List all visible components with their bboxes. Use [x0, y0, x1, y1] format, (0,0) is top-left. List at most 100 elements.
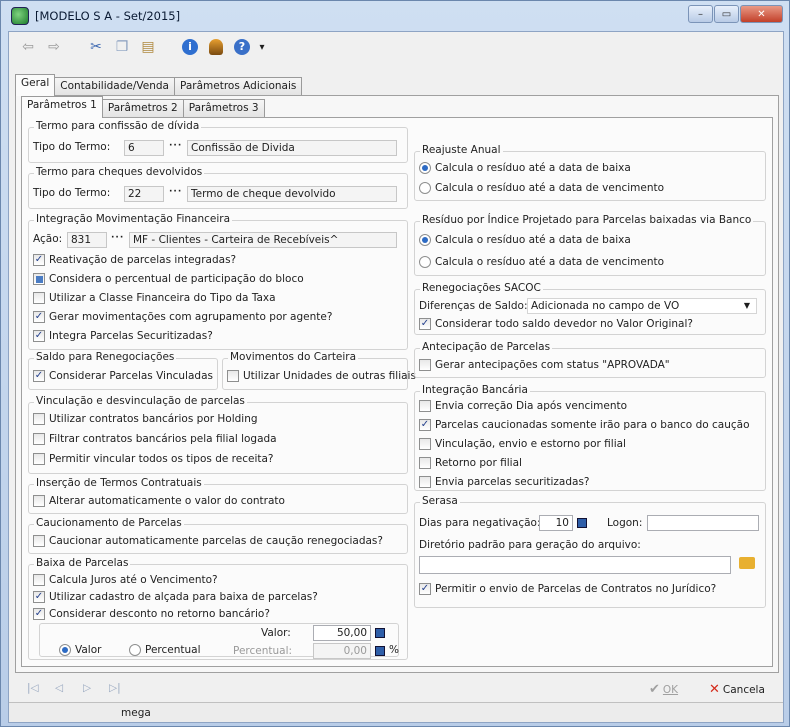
window-title: [MODELO S A - Set/2015]: [35, 9, 181, 23]
integracao-code-field[interactable]: 831: [67, 232, 107, 248]
contratos-holding-checkbox[interactable]: Utilizar contratos bancários por Holding: [33, 413, 258, 425]
reativacao-checkbox[interactable]: Reativação de parcelas integradas?: [33, 254, 236, 266]
sacoc-title: Renegociações SACOC: [420, 282, 543, 294]
title-bar: [MODELO S A - Set/2015] – ▭ ✕: [1, 1, 789, 31]
tab-parametros-2[interactable]: Parâmetros 2: [101, 99, 184, 118]
tab-parametros-3[interactable]: Parâmetros 3: [182, 99, 265, 118]
diretorio-field[interactable]: [419, 556, 731, 574]
users-icon[interactable]: [205, 36, 227, 58]
cheques-title: Termo para cheques devolvidos: [34, 166, 205, 178]
tab-parametros-adicionais[interactable]: Parâmetros Adicionais: [174, 77, 303, 96]
reajuste-title: Reajuste Anual: [420, 144, 503, 156]
parcelas-caucionadas-checkbox[interactable]: Parcelas caucionadas somente irão para o…: [419, 419, 750, 431]
classe-financeira-checkbox[interactable]: Utilizar a Classe Financeira do Tipo da …: [33, 292, 276, 304]
antecipacao-checkbox[interactable]: Gerar antecipações com status "APROVADA": [419, 359, 670, 371]
ok-label: OK: [662, 683, 679, 696]
first-record-icon[interactable]: |◁: [27, 682, 39, 694]
saldo-devedor-checkbox[interactable]: Considerar todo saldo devedor no Valor O…: [419, 318, 693, 330]
diretorio-label: Diretório padrão para geração do arquivo…: [419, 539, 641, 551]
vinculacao-filial-label: Vinculação, envio e estorno por filial: [435, 438, 626, 450]
tab-contabilidade-venda[interactable]: Contabilidade/Venda: [54, 77, 175, 96]
application-window: [MODELO S A - Set/2015] – ▭ ✕ ⇦ ⇨ ✂ ❐ ▤ …: [0, 0, 790, 727]
correcao-dia-checkbox[interactable]: Envia correção Dia após vencimento: [419, 400, 627, 412]
retorno-filial-checkbox[interactable]: Retorno por filial: [419, 457, 522, 469]
folder-icon[interactable]: [739, 557, 755, 569]
next-record-icon[interactable]: ▷: [83, 682, 91, 694]
help-dropdown-icon[interactable]: ▾: [257, 36, 267, 58]
parcelas-securitizadas-checkbox[interactable]: Integra Parcelas Securitizadas?: [33, 330, 213, 342]
juros-vencimento-checkbox[interactable]: Calcula Juros até o Vencimento?: [33, 574, 218, 586]
previous-record-icon[interactable]: ◁: [55, 682, 63, 694]
paste-icon[interactable]: ▤: [137, 36, 159, 58]
vincular-receita-checkbox[interactable]: Permitir vincular todos os tipos de rece…: [33, 453, 274, 465]
tab-geral[interactable]: Geral: [15, 74, 56, 96]
agrupamento-agente-checkbox[interactable]: Gerar movimentações com agrupamento por …: [33, 311, 332, 323]
residuo-vencimento-label: Calcula o resíduo até a data de vencimen…: [435, 256, 665, 268]
radio-percentual[interactable]: Percentual: [129, 644, 201, 656]
confissao-lookup-button[interactable]: ···: [169, 141, 182, 151]
info-icon[interactable]: i: [179, 36, 201, 58]
sub-tab-strip: Parâmetros 1 Parâmetros 2 Parâmetros 3: [21, 96, 265, 118]
vinculacao-title: Vinculação e desvinculação de parcelas: [34, 395, 247, 407]
status-text: mega: [121, 707, 151, 719]
toolbar: ⇦ ⇨ ✂ ❐ ▤ i ? ▾: [9, 32, 783, 62]
vinculacao-group: Vinculação e desvinculação de parcelas U…: [28, 395, 408, 474]
valor-field[interactable]: 50,00: [313, 625, 371, 641]
cancel-x-icon: ✕: [709, 682, 720, 697]
close-button[interactable]: ✕: [740, 5, 783, 23]
unidades-filiais-label: Utilizar Unidades de outras filiais: [243, 370, 416, 382]
vinculacao-filial-checkbox[interactable]: Vinculação, envio e estorno por filial: [419, 438, 626, 450]
reajuste-baixa-radio[interactable]: Calcula o resíduo até a data de baixa: [419, 162, 631, 174]
cancel-button[interactable]: ✕ Cancela: [709, 682, 765, 697]
tab-parametros-1[interactable]: Parâmetros 1: [21, 96, 103, 118]
ok-check-icon: ✔: [649, 682, 660, 697]
maximize-button[interactable]: ▭: [714, 5, 739, 23]
cheques-lookup-button[interactable]: ···: [169, 187, 182, 197]
unidades-filiais-checkbox[interactable]: Utilizar Unidades de outras filiais: [227, 370, 416, 382]
alterar-valor-checkbox[interactable]: Alterar automaticamente o valor do contr…: [33, 495, 285, 507]
reajuste-vencimento-label: Calcula o resíduo até a data de vencimen…: [435, 182, 665, 194]
envia-securitizadas-checkbox[interactable]: Envia parcelas securitizadas?: [419, 476, 590, 488]
forward-icon[interactable]: ⇨: [43, 36, 65, 58]
help-icon[interactable]: ?: [231, 36, 253, 58]
percentual-field[interactable]: 0,00: [313, 643, 371, 659]
residuo-baixa-radio[interactable]: Calcula o resíduo até a data de baixa: [419, 234, 631, 246]
alcada-checkbox[interactable]: Utilizar cadastro de alçada para baixa d…: [33, 591, 318, 603]
minimize-button[interactable]: –: [688, 5, 713, 23]
cut-icon[interactable]: ✂: [85, 36, 107, 58]
parcelas-vinculadas-checkbox[interactable]: Considerar Parcelas Vinculadas: [33, 370, 213, 382]
caucionar-checkbox[interactable]: Caucionar automaticamente parcelas de ca…: [33, 535, 383, 547]
correcao-dia-label: Envia correção Dia após vencimento: [435, 400, 628, 412]
percentual-label: Percentual:: [233, 645, 293, 657]
diferencas-select[interactable]: Adicionada no campo de VO ▼: [527, 298, 757, 314]
integracao-lookup-button[interactable]: ···: [111, 233, 124, 243]
saldo-title: Saldo para Renegociações: [34, 351, 177, 363]
confissao-code-field[interactable]: 6: [124, 140, 164, 156]
desconto-retorno-checkbox[interactable]: Considerar desconto no retorno bancário?: [33, 608, 270, 620]
dias-field[interactable]: 10: [539, 515, 573, 531]
copy-icon[interactable]: ❐: [111, 36, 133, 58]
juridico-label: Permitir o envio de Parcelas de Contrato…: [435, 583, 717, 595]
last-record-icon[interactable]: ▷|: [109, 682, 121, 694]
valor-calculator-icon[interactable]: [375, 627, 385, 639]
baixa-group: Baixa de Parcelas Calcula Juros até o Ve…: [28, 557, 408, 660]
cancel-label: Cancela: [722, 683, 765, 696]
juridico-checkbox[interactable]: Permitir o envio de Parcelas de Contrato…: [419, 583, 716, 595]
logon-field[interactable]: [647, 515, 759, 531]
integracao-label: Ação:: [33, 233, 63, 245]
filtrar-filial-checkbox[interactable]: Filtrar contratos bancários pela filial …: [33, 433, 277, 445]
insercao-title: Inserção de Termos Contratuais: [34, 477, 204, 489]
percentual-calculator-icon[interactable]: [375, 645, 385, 657]
agrupamento-agente-label: Gerar movimentações com agrupamento por …: [49, 311, 333, 323]
back-icon[interactable]: ⇦: [17, 36, 39, 58]
cheques-label: Tipo do Termo:: [33, 187, 111, 199]
dias-calculator-icon[interactable]: [577, 517, 587, 529]
percentual-bloco-checkbox[interactable]: Considera o percentual de participação d…: [33, 273, 304, 285]
radio-valor[interactable]: Valor: [59, 644, 101, 656]
residuo-vencimento-radio[interactable]: Calcula o resíduo até a data de vencimen…: [419, 256, 664, 268]
sacoc-group: Renegociações SACOC Diferenças de Saldo:…: [414, 282, 766, 335]
ok-button[interactable]: ✔ OK: [649, 682, 678, 697]
reajuste-vencimento-radio[interactable]: Calcula o resíduo até a data de vencimen…: [419, 182, 664, 194]
status-bar: mega: [9, 702, 783, 722]
cheques-code-field[interactable]: 22: [124, 186, 164, 202]
